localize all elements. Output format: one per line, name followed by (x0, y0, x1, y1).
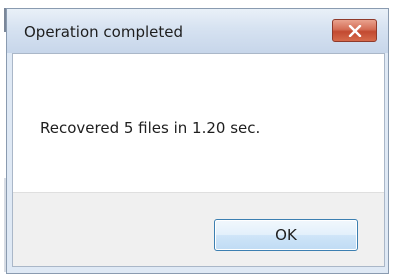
close-icon (348, 25, 362, 37)
ok-button[interactable]: OK (214, 219, 358, 251)
dialog-footer: OK (13, 192, 384, 266)
message-text: Recovered 5 files in 1.20 sec. (40, 119, 261, 137)
titlebar: Operation completed (7, 9, 388, 53)
close-button[interactable] (332, 19, 377, 42)
dialog-window: Operation completed Recovered 5 files in… (6, 8, 389, 274)
dialog-content: Recovered 5 files in 1.20 sec. OK (12, 53, 385, 267)
dialog-title: Operation completed (24, 23, 184, 41)
